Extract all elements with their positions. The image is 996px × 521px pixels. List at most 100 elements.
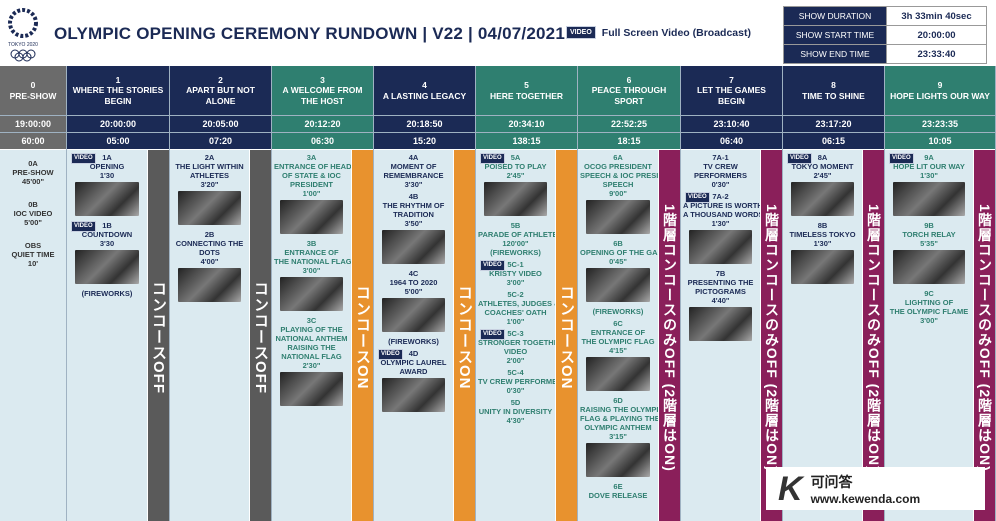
rundown-item: 5B PARADE OF ATHLETES 120'00" (FIREWORKS) — [476, 221, 555, 257]
item-text: 2'00" — [506, 356, 525, 365]
item-text: 1'30" — [711, 219, 730, 228]
segment-duration: 05:00 — [67, 132, 169, 149]
item-thumbnail — [484, 182, 547, 216]
rundown-item: 6E DOVE RELEASE — [578, 482, 658, 500]
item-text: OCOG PRESIDENT — [584, 162, 652, 171]
item-thumbnail — [382, 378, 445, 412]
item-text: 3'00" — [506, 278, 525, 287]
item-text: 4B — [408, 192, 419, 201]
concourse-banner: 1階層コンコースのみOFF (2階層はON) — [863, 150, 884, 521]
segment-start-time: 20:18:50 — [374, 115, 475, 132]
rundown-item: (FIREWORKS) — [67, 289, 147, 298]
item-text: IOC VIDEO — [13, 209, 53, 218]
item-text: 0'30" — [711, 180, 730, 189]
item-text: 1'00" — [506, 317, 525, 326]
video-badge: VIDEO — [480, 329, 505, 340]
item-text: 1'30" — [920, 171, 938, 180]
tokyo-2020-logo: TOKYO 2020 — [8, 8, 38, 62]
item-thumbnail — [75, 250, 139, 284]
item-text: PICTOGRAMS — [695, 287, 746, 296]
item-text: THE OLYMPIC FLAME — [889, 307, 969, 316]
rundown-item: VIDEO 7A-2 A PICTURE IS WORTH A THOUSAND WO… — [681, 192, 760, 266]
item-text: TIMELESS TOKYO — [789, 230, 856, 239]
item-text: 3C — [306, 316, 317, 325]
summary-key: SHOW END TIME — [783, 44, 887, 64]
concourse-banner: コンコースON — [454, 150, 475, 521]
segment-name: WHERE THE STORIES BEGIN — [72, 85, 164, 106]
rundown-item: 0A PRE-SHOW 45'00" — [0, 159, 66, 186]
rundown-item: 3A ENTRANCE OF HEADS OF STATE & IOC PRESIDE… — [272, 153, 351, 236]
item-text: ENTRANCE OF HEADS — [274, 162, 351, 171]
segment-body: VIDEO 8A TOKYO MOMENT 2'45" 8B TIMELESS TOKYO… — [783, 150, 862, 521]
segment-header: 0 PRE-SHOW — [0, 66, 66, 115]
video-badge: VIDEO — [71, 153, 96, 164]
item-text: 10' — [27, 259, 39, 268]
segment-body: VIDEO 5A POISED TO PLAY 2'45" 5B PARADE OF AT… — [476, 150, 555, 521]
svg-text:TOKYO 2020: TOKYO 2020 — [8, 42, 38, 48]
segment-start-time: 20:34:10 — [476, 115, 577, 132]
rundown-item: VIDEO 8A TOKYO MOMENT 2'45" — [783, 153, 862, 218]
item-text: NATIONAL FLAG — [281, 352, 342, 361]
rundown-item: (FIREWORKS) — [374, 337, 453, 346]
item-text: 3A — [306, 153, 317, 162]
item-text: A THOUSAND WORDS — [683, 210, 760, 219]
item-text: CONNECTING THE — [175, 239, 244, 248]
item-text: PLAYING OF THE — [280, 325, 343, 334]
segment-start-time: 23:10:40 — [681, 115, 782, 132]
segment-column: 7 LET THE GAMES BEGIN 23:10:40 06:40 7A-1 TV … — [681, 66, 783, 521]
rundown-item: 6BOPENING OF THE GAMES0'45" — [578, 239, 658, 304]
item-text: 3B — [306, 239, 317, 248]
item-text: SPEECH & IOC PRESIDENT — [580, 171, 658, 180]
item-text: MOMENT OF — [390, 162, 437, 171]
item-text: PRESIDENT — [290, 180, 333, 189]
segment-name: A LASTING LEGACY — [382, 90, 467, 101]
item-text: RAISING THE — [287, 343, 336, 352]
item-thumbnail — [382, 298, 445, 332]
segment-body: VIDEO 1A OPENING 1'30 VIDEO 1B COUNTDOWN 3'30 (F… — [67, 150, 147, 521]
item-text: 1'30 — [99, 171, 115, 180]
item-text: 3'50" — [404, 219, 423, 228]
page-title: OLYMPIC OPENING CEREMONY RUNDOWN | V22 |… — [54, 24, 565, 43]
item-text: 9'00" — [609, 189, 627, 198]
rundown-item: 7A-1 TV CREW PERFORMERS 0'30" — [681, 153, 760, 189]
item-text: NATIONAL ANTHEM — [275, 334, 348, 343]
segment-body: 0A PRE-SHOW 45'00" 0B IOC VIDEO 5'00" OBS QUIET… — [0, 150, 66, 521]
item-text: OPENING OF THE GAMES — [580, 248, 658, 257]
segment-name: PRE-SHOW — [9, 90, 57, 101]
item-text: 5'00" — [24, 218, 42, 227]
concourse-banner: コンコースON — [352, 150, 373, 521]
item-text: 5'00" — [404, 287, 423, 296]
item-thumbnail — [791, 250, 854, 284]
legend-label: Full Screen Video (Broadcast) — [601, 26, 751, 39]
item-text: TV CREW PERFORMERS — [478, 377, 555, 386]
segment-number: 2 — [218, 74, 223, 85]
rundown-item: VIDEO5C-3STRONGER TOGETHERVIDEO2'00" — [476, 329, 555, 365]
summary-row: SHOW END TIME 23:33:40 — [783, 44, 987, 64]
segment-number: 4 — [422, 79, 427, 90]
segment-column: 5 HERE TOGETHER 20:34:10 138:15 VIDEO 5A POISE… — [476, 66, 578, 521]
item-text: (FIREWORKS) — [81, 289, 133, 298]
video-badge: VIDEO — [480, 153, 505, 164]
item-text: DOTS — [199, 248, 220, 257]
video-badge: VIDEO — [566, 26, 596, 39]
rundown-item: 9C LIGHTING OF THE OLYMPIC FLAME 3'00" — [885, 289, 973, 325]
item-text: FLAG & PLAYING THE — [580, 414, 658, 423]
segment-start-time: 22:52:25 — [578, 115, 680, 132]
segment-header: 3A WELCOME FROM THE HOST — [272, 66, 373, 115]
segment-name: HERE TOGETHER — [489, 90, 564, 101]
segment-body: 2A THE LIGHT WITHIN ATHLETES 3'20" 2B CONNECT… — [170, 150, 249, 521]
item-text: UNITY IN DIVERSITY — [478, 407, 553, 416]
rundown-item: VIDEO 1A OPENING 1'30 — [67, 153, 147, 218]
item-text: 5'35" — [920, 239, 938, 248]
rundown-item: 4A MOMENT OF REMEMBRANCE 3'30" — [374, 153, 453, 189]
item-text: THE RHYTHM OF — [382, 201, 445, 210]
item-text: 5D — [510, 398, 521, 407]
segment-name: PEACE THROUGH SPORT — [591, 85, 667, 106]
rundown-item: 2B CONNECTING THE DOTS 4'00" — [170, 230, 249, 304]
video-badge: VIDEO — [378, 349, 403, 360]
item-text: 2'45" — [506, 171, 525, 180]
item-thumbnail — [689, 307, 752, 341]
segment-duration: 06:40 — [681, 132, 782, 149]
segment-name: A WELCOME FROM THE HOST — [282, 85, 363, 106]
item-text: 2B — [204, 230, 215, 239]
